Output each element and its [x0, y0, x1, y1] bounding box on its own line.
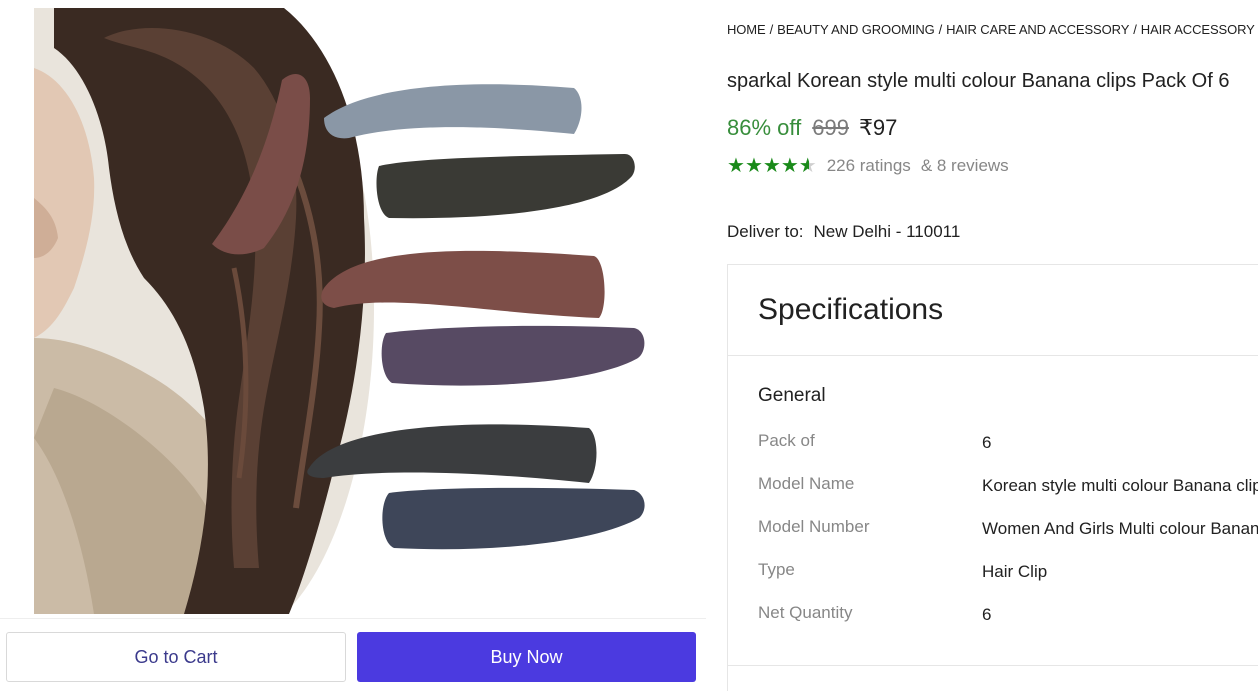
- divider: [728, 665, 1258, 666]
- star-full-icon: ★: [727, 155, 745, 177]
- breadcrumb-beauty-grooming[interactable]: BEAUTY AND GROOMING: [777, 22, 935, 37]
- star-full-icon: ★: [780, 155, 799, 177]
- spec-value: Korean style multi colour Banana clip: [982, 476, 1258, 495]
- breadcrumb-hair-accessory[interactable]: HAIR ACCESSORY: [1141, 22, 1255, 37]
- buy-now-button[interactable]: Buy Now: [357, 632, 696, 682]
- product-details: HOME / BEAUTY AND GROOMING / HAIR CARE AND A…: [727, 0, 1258, 691]
- discount-percent: 86% off: [727, 115, 802, 140]
- spec-group-title: General: [758, 385, 826, 406]
- breadcrumb: HOME / BEAUTY AND GROOMING / HAIR CARE AND A…: [727, 22, 1258, 37]
- star-full-icon: ★: [762, 155, 781, 177]
- star-half-icon: ★: [798, 155, 817, 177]
- specifications-title: Specifications: [758, 293, 944, 326]
- breadcrumb-separator: /: [1133, 22, 1137, 37]
- spec-value: Women And Girls Multi colour Banana: [982, 519, 1258, 538]
- spec-key: Model Number: [758, 517, 870, 536]
- delivery-location[interactable]: New Delhi - 110011: [814, 222, 961, 241]
- product-title: sparkal Korean style multi colour Banana…: [727, 70, 1230, 92]
- spec-value: Hair Clip: [982, 562, 1048, 581]
- spec-value: 6: [982, 605, 992, 624]
- spec-value: 6: [982, 433, 992, 452]
- breadcrumb-separator: /: [769, 22, 774, 37]
- specifications-panel: Specifications General Pack of 6 Model N…: [727, 264, 1258, 691]
- action-bar: Go to Cart Buy Now: [0, 618, 706, 692]
- specifications-header: Specifications: [728, 265, 1258, 356]
- original-price: 699: [812, 115, 849, 140]
- rating-row[interactable]: ★ ★ ★ ★ ★ 226 ratings & 8 reviews: [727, 156, 1009, 176]
- spec-key: Model Name: [758, 474, 855, 493]
- product-photo: [34, 8, 706, 614]
- star-rating: ★ ★ ★ ★ ★: [727, 156, 817, 176]
- star-full-icon: ★: [744, 155, 763, 177]
- reviews-count[interactable]: & 8 reviews: [921, 156, 1009, 176]
- breadcrumb-home[interactable]: HOME: [727, 22, 766, 37]
- breadcrumb-separator: /: [938, 22, 943, 37]
- deliver-label: Deliver to:: [727, 222, 804, 241]
- breadcrumb-hair-care[interactable]: HAIR CARE AND ACCESSORY: [946, 22, 1129, 37]
- product-image[interactable]: [34, 8, 706, 614]
- go-to-cart-button[interactable]: Go to Cart: [6, 632, 346, 682]
- spec-key: Type: [758, 560, 795, 579]
- spec-key: Net Quantity: [758, 603, 853, 622]
- selling-price: ₹97: [858, 115, 898, 140]
- spec-key: Pack of: [758, 431, 815, 450]
- price-row: 86% off 699 ₹97: [727, 115, 897, 141]
- ratings-count[interactable]: 226 ratings: [827, 156, 911, 176]
- delivery-row: Deliver to: New Delhi - 110011: [727, 222, 960, 242]
